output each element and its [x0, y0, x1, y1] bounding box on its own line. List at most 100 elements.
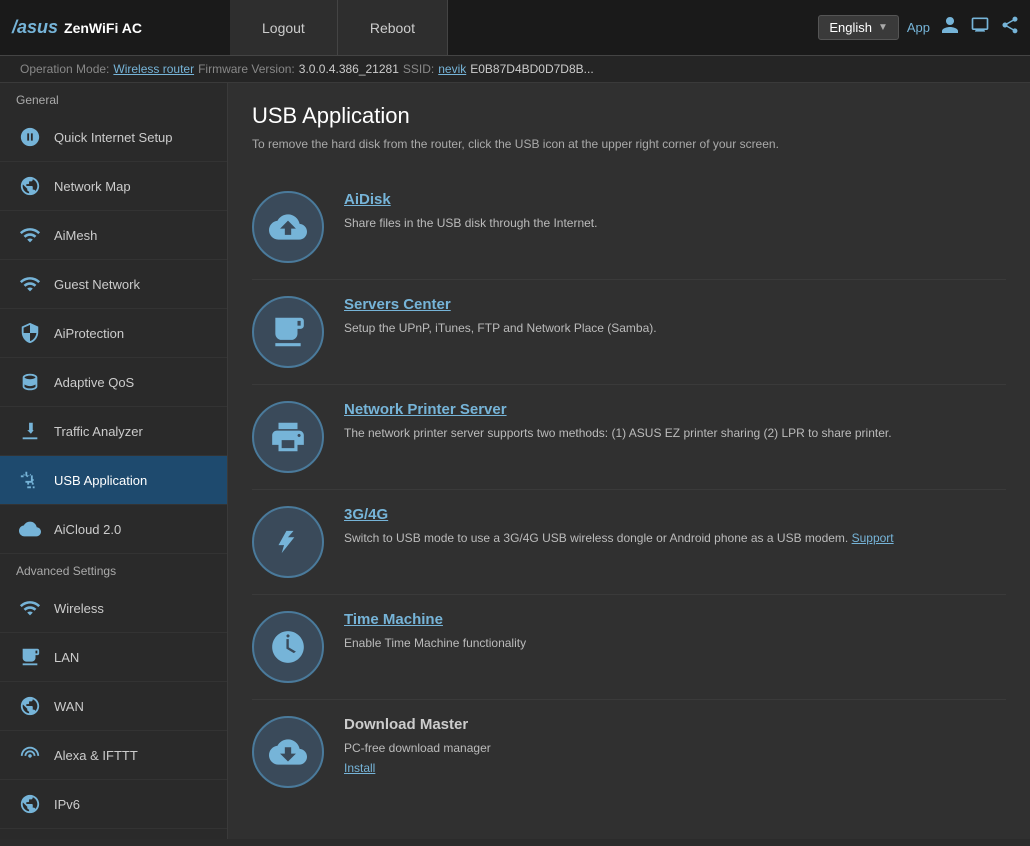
monitor-icon[interactable]	[970, 15, 990, 40]
install-link[interactable]: Install	[344, 761, 1006, 775]
general-section-label: General	[0, 83, 227, 113]
operation-mode-label: Operation Mode:	[20, 62, 109, 76]
sidebar-item-network-map[interactable]: Network Map	[0, 162, 227, 211]
sidebar-label-aiprotection: AiProtection	[54, 326, 124, 341]
user-icon[interactable]	[940, 15, 960, 40]
servers-center-info: Servers Center Setup the UPnP, iTunes, F…	[344, 296, 1006, 337]
network-printer-server-info: Network Printer Server The network print…	[344, 401, 1006, 442]
sidebar: General Quick Internet Setup Network Map…	[0, 83, 228, 839]
app-card-servers-center: Servers Center Setup the UPnP, iTunes, F…	[252, 280, 1006, 385]
operation-mode-value[interactable]: Wireless router	[113, 62, 194, 76]
wireless-icon	[16, 594, 44, 622]
sidebar-item-aimesh[interactable]: AiMesh	[0, 211, 227, 260]
page-title: USB Application	[252, 103, 1006, 129]
aidisk-desc: Share files in the USB disk through the …	[344, 214, 1006, 232]
app-card-3g4g: 3G/4G Switch to USB mode to use a 3G/4G …	[252, 490, 1006, 595]
app-card-network-printer-server: Network Printer Server The network print…	[252, 385, 1006, 490]
header: /asus ZenWiFi AC Logout Reboot English ▼…	[0, 0, 1030, 56]
3g4g-support-link[interactable]: Support	[852, 531, 894, 545]
sidebar-label-wireless: Wireless	[54, 601, 104, 616]
sidebar-label-aimesh: AiMesh	[54, 228, 97, 243]
chart-icon	[16, 417, 44, 445]
time-machine-icon-circle	[252, 611, 324, 683]
sidebar-item-wan[interactable]: WAN	[0, 682, 227, 731]
sidebar-label-quick-setup: Quick Internet Setup	[54, 130, 173, 145]
logo-area: /asus ZenWiFi AC	[0, 0, 230, 55]
sidebar-label-alexa: Alexa & IFTTT	[54, 748, 138, 763]
shield-icon	[16, 319, 44, 347]
alexa-icon	[16, 741, 44, 769]
mesh-icon	[16, 221, 44, 249]
sidebar-label-lan: LAN	[54, 650, 79, 665]
globe-icon	[16, 172, 44, 200]
aidisk-icon-circle	[252, 191, 324, 263]
time-machine-title[interactable]: Time Machine	[344, 611, 1006, 628]
product-name: ZenWiFi AC	[64, 20, 142, 36]
sidebar-item-quick-internet-setup[interactable]: Quick Internet Setup	[0, 113, 227, 162]
sidebar-label-traffic-analyzer: Traffic Analyzer	[54, 424, 143, 439]
sidebar-item-guest-network[interactable]: Guest Network	[0, 260, 227, 309]
sidebar-label-ipv6: IPv6	[54, 797, 80, 812]
reboot-tab[interactable]: Reboot	[338, 0, 448, 55]
header-icons: App	[907, 15, 1020, 40]
sidebar-item-alexa[interactable]: Alexa & IFTTT	[0, 731, 227, 780]
sidebar-item-adaptive-qos[interactable]: Adaptive QoS	[0, 358, 227, 407]
download-master-info: Download Master PC-free download manager…	[344, 716, 1006, 775]
sidebar-label-aicloud: AiCloud 2.0	[54, 522, 121, 537]
servers-center-desc: Setup the UPnP, iTunes, FTP and Network …	[344, 319, 1006, 337]
app-card-download-master: Download Master PC-free download manager…	[252, 700, 1006, 804]
lan-icon	[16, 643, 44, 671]
time-machine-info: Time Machine Enable Time Machine functio…	[344, 611, 1006, 652]
3g4g-title[interactable]: 3G/4G	[344, 506, 1006, 523]
advanced-section-label: Advanced Settings	[0, 554, 227, 584]
4g-icon-circle	[252, 506, 324, 578]
sidebar-item-traffic-analyzer[interactable]: Traffic Analyzer	[0, 407, 227, 456]
sidebar-label-usb-application: USB Application	[54, 473, 147, 488]
usb-icon	[16, 466, 44, 494]
sidebar-item-usb-application[interactable]: USB Application	[0, 456, 227, 505]
share-icon[interactable]	[1000, 15, 1020, 40]
logout-tab[interactable]: Logout	[230, 0, 338, 55]
network-printer-server-title[interactable]: Network Printer Server	[344, 401, 1006, 418]
wifi-icon	[16, 270, 44, 298]
servers-center-title[interactable]: Servers Center	[344, 296, 1006, 313]
asus-logo: /asus	[12, 17, 58, 38]
language-label: English	[829, 20, 872, 35]
header-right: English ▼ App	[818, 15, 1030, 40]
content-area: USB Application To remove the hard disk …	[228, 83, 1030, 839]
language-selector[interactable]: English ▼	[818, 15, 899, 40]
rocket-icon	[16, 123, 44, 151]
cloud-icon	[16, 515, 44, 543]
3g4g-desc: Switch to USB mode to use a 3G/4G USB wi…	[344, 529, 1006, 547]
sidebar-item-aiprotection[interactable]: AiProtection	[0, 309, 227, 358]
download-master-icon-circle	[252, 716, 324, 788]
sidebar-item-vpn[interactable]: VPN	[0, 829, 227, 839]
main-layout: General Quick Internet Setup Network Map…	[0, 83, 1030, 839]
qos-icon	[16, 368, 44, 396]
printer-icon-circle	[252, 401, 324, 473]
sidebar-item-ipv6[interactable]: IPv6	[0, 780, 227, 829]
time-machine-desc: Enable Time Machine functionality	[344, 634, 1006, 652]
download-master-title: Download Master	[344, 716, 1006, 733]
header-tabs: Logout Reboot	[230, 0, 448, 55]
firmware-value: 3.0.0.4.386_21281	[299, 62, 399, 76]
chevron-down-icon: ▼	[878, 22, 888, 33]
sidebar-item-aicloud[interactable]: AiCloud 2.0	[0, 505, 227, 554]
sidebar-label-adaptive-qos: Adaptive QoS	[54, 375, 134, 390]
app-link[interactable]: App	[907, 20, 930, 35]
sidebar-label-wan: WAN	[54, 699, 84, 714]
aidisk-title[interactable]: AiDisk	[344, 191, 1006, 208]
aidisk-info: AiDisk Share files in the USB disk throu…	[344, 191, 1006, 232]
info-bar: Operation Mode: Wireless router Firmware…	[0, 56, 1030, 83]
ipv6-icon	[16, 790, 44, 818]
mac-value: E0B87D4BD0D7D8B...	[470, 62, 593, 76]
app-card-time-machine: Time Machine Enable Time Machine functio…	[252, 595, 1006, 700]
sidebar-item-wireless[interactable]: Wireless	[0, 584, 227, 633]
firmware-label: Firmware Version:	[198, 62, 295, 76]
download-master-desc: PC-free download manager	[344, 739, 1006, 757]
sidebar-item-lan[interactable]: LAN	[0, 633, 227, 682]
wan-icon	[16, 692, 44, 720]
sidebar-label-network-map: Network Map	[54, 179, 131, 194]
app-card-aidisk: AiDisk Share files in the USB disk throu…	[252, 175, 1006, 280]
ssid-value[interactable]: nevik	[438, 62, 466, 76]
